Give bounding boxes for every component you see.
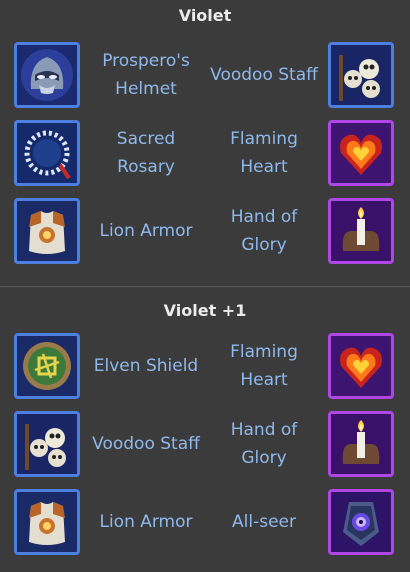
section-violet-plus-1: Violet +1 Elven Shield Flaming Heart Voo… [0, 286, 410, 572]
all-seer-icon[interactable] [328, 489, 394, 555]
item-name: Elven Shield [93, 356, 199, 376]
item-name: Hand of Glory [230, 207, 298, 255]
section-title: Violet +1 [163, 301, 247, 320]
item-name: Prospero's Helmet [102, 51, 190, 99]
voodoo-staff-icon[interactable] [14, 411, 80, 477]
hand-of-glory-icon[interactable] [328, 411, 394, 477]
rosary-icon[interactable] [14, 120, 80, 186]
item-pair-row: Lion Armor All-seer [0, 489, 410, 559]
item-pair-row: Voodoo Staff Hand of Glory [0, 411, 410, 481]
item-name: Flaming Heart [230, 342, 298, 390]
item-name: Lion Armor [99, 221, 193, 241]
flaming-heart-icon[interactable] [328, 333, 394, 399]
elven-shield-icon[interactable] [14, 333, 80, 399]
item-name: Voodoo Staff [92, 434, 200, 454]
item-name: Lion Armor [99, 512, 193, 532]
lion-armor-icon[interactable] [14, 489, 80, 555]
section-title: Violet [178, 6, 232, 25]
section-violet: Violet Prospero's Helmet Voodoo Staff Sa… [0, 0, 410, 286]
item-pair-row: Sacred Rosary Flaming Heart [0, 120, 410, 190]
hand-of-glory-icon[interactable] [328, 198, 394, 264]
item-pair-row: Lion Armor Hand of Glory [0, 198, 410, 268]
item-name: Flaming Heart [230, 129, 298, 177]
item-pair-row: Prospero's Helmet Voodoo Staff [0, 42, 410, 112]
lion-armor-icon[interactable] [14, 198, 80, 264]
item-name: Hand of Glory [230, 420, 298, 468]
item-pair-row: Elven Shield Flaming Heart [0, 333, 410, 403]
flaming-heart-icon[interactable] [328, 120, 394, 186]
helmet-icon[interactable] [14, 42, 80, 108]
item-name: Sacred Rosary [116, 129, 176, 177]
item-name: Voodoo Staff [210, 65, 318, 85]
voodoo-staff-icon[interactable] [328, 42, 394, 108]
item-name: All-seer [232, 512, 296, 532]
